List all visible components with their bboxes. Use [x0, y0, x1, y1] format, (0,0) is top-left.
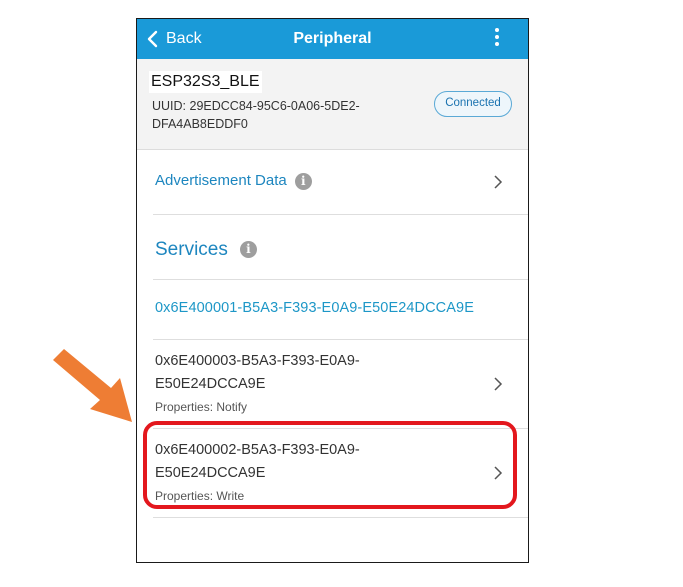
- device-uuid: UUID: 29EDCC84-95C6-0A06-5DE2- DFA4AB8ED…: [152, 97, 402, 133]
- info-icon[interactable]: i: [294, 172, 312, 190]
- services-heading: Services: [155, 239, 228, 260]
- nav-bar: Back Peripheral: [137, 19, 528, 59]
- device-header: ESP32S3_BLE UUID: 29EDCC84-95C6-0A06-5DE…: [137, 59, 528, 150]
- arrow-icon: [53, 349, 132, 422]
- device-name: ESP32S3_BLE: [149, 71, 262, 93]
- services-section-header: Services i: [153, 215, 528, 280]
- chevron-right-icon: [494, 377, 503, 391]
- info-icon[interactable]: i: [239, 241, 257, 259]
- highlight-box: [143, 421, 517, 509]
- device-uuid-line2: DFA4AB8EDDF0: [152, 117, 248, 131]
- characteristic-row-notify[interactable]: 0x6E400003-B5A3-F393-E0A9- E50E24DCCA9E …: [153, 340, 528, 429]
- device-uuid-line1: UUID: 29EDCC84-95C6-0A06-5DE2-: [152, 99, 360, 113]
- characteristic-uuid-line2: E50E24DCCA9E: [155, 376, 266, 392]
- chevron-right-icon: [494, 175, 503, 189]
- connection-status-badge[interactable]: Connected: [434, 91, 512, 117]
- advertisement-data-row[interactable]: Advertisement Data i: [153, 150, 528, 215]
- characteristic-properties: Properties: Notify: [155, 400, 248, 414]
- more-vertical-icon[interactable]: [494, 28, 500, 50]
- service-uuid: 0x6E400001-B5A3-F393-E0A9-E50E24DCCA9E: [155, 300, 474, 316]
- service-row[interactable]: 0x6E400001-B5A3-F393-E0A9-E50E24DCCA9E: [153, 280, 528, 340]
- page-title: Peripheral: [293, 30, 372, 47]
- characteristic-uuid-line1: 0x6E400003-B5A3-F393-E0A9-: [155, 353, 360, 369]
- advertisement-data-label: Advertisement Data: [155, 172, 287, 189]
